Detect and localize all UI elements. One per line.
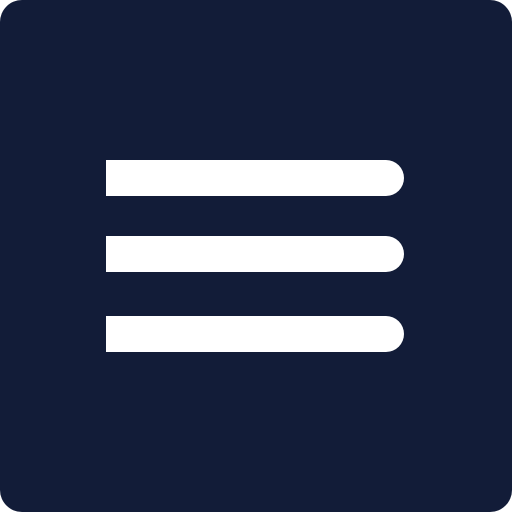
menu-line-top [106, 160, 404, 196]
menu-icon-tile[interactable] [0, 0, 512, 512]
menu-line-middle [106, 236, 404, 272]
menu-line-bottom [106, 316, 404, 352]
menu-icon [106, 160, 404, 352]
